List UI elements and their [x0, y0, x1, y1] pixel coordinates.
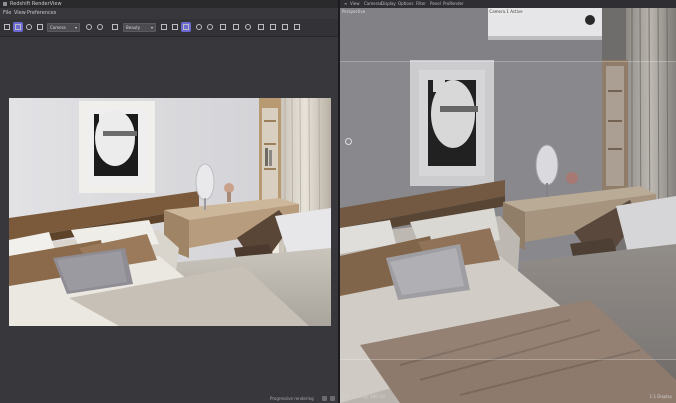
crop-icon	[112, 24, 118, 30]
lock-button[interactable]	[159, 22, 169, 32]
viewport-grid-info: Grid Spacing: 100 cm	[342, 394, 386, 399]
pin-icon	[245, 24, 251, 30]
aov-dropdown-value: Beauty	[126, 25, 141, 30]
save-icon	[258, 24, 264, 30]
crop-button[interactable]	[110, 22, 120, 32]
globe-icon	[86, 24, 92, 30]
vp-menu-view[interactable]: View	[350, 0, 360, 8]
vp-menu-item: ≡	[344, 1, 348, 6]
vp-menu-display[interactable]: Display	[381, 0, 396, 8]
sphere-button[interactable]	[194, 22, 204, 32]
sphere-icon	[196, 24, 202, 30]
render-view-menubar: File View Preferences	[0, 9, 338, 18]
refresh-icon	[26, 24, 32, 30]
export-button[interactable]	[268, 22, 278, 32]
viewport-display-info: 1:1 Display	[649, 394, 672, 399]
compare-icon	[294, 24, 300, 30]
gear-button[interactable]	[95, 22, 105, 32]
aov-dropdown[interactable]: Beauty ▾	[123, 23, 156, 32]
clear-button[interactable]	[280, 22, 290, 32]
fit-icon	[233, 24, 239, 30]
window-title: Redshift RenderView	[10, 1, 62, 7]
ipr-button[interactable]	[35, 22, 45, 32]
export-icon	[270, 24, 276, 30]
chevron-down-icon: ▾	[74, 25, 77, 30]
menu-file[interactable]: File	[3, 9, 11, 18]
render-view-statusbar: Progressive rendering	[0, 394, 338, 403]
ipr-icon	[37, 24, 43, 30]
lock-icon[interactable]	[330, 396, 335, 401]
camera-dropdown-value: Camera	[50, 25, 66, 30]
compare-button[interactable]	[292, 22, 302, 32]
fit-button[interactable]	[231, 22, 241, 32]
render-region-button[interactable]	[2, 22, 12, 32]
render-output-image	[9, 98, 331, 326]
save-button[interactable]	[256, 22, 266, 32]
color-icon	[207, 24, 213, 30]
snapshot-button[interactable]	[218, 22, 228, 32]
layers-button[interactable]	[181, 22, 191, 32]
clear-icon	[282, 24, 288, 30]
render-icon	[15, 24, 21, 30]
render-status-text: Progressive rendering	[270, 396, 314, 401]
pin-button[interactable]	[243, 22, 253, 32]
render-button[interactable]	[13, 22, 23, 32]
app-icon	[3, 2, 7, 6]
vp-menu-filter[interactable]: Filter	[416, 0, 426, 8]
grid-icon	[172, 24, 178, 30]
navigation-gizmo-icon[interactable]	[345, 138, 352, 145]
menu-view[interactable]: View	[14, 9, 26, 18]
render-view-toolbar: Camera ▾ Beauty ▾	[0, 19, 338, 37]
layers-icon	[183, 24, 189, 30]
globe-button[interactable]	[84, 22, 94, 32]
camera-dropdown[interactable]: Camera ▾	[47, 23, 80, 32]
vp-menu-options[interactable]: Options	[398, 0, 413, 8]
viewport-menubar: ≡ View Cameras Display Options Filter Pa…	[340, 0, 676, 8]
vp-menu-prorender[interactable]: ProRender	[443, 0, 464, 8]
camera-tab[interactable]: Camera.1 Active	[488, 9, 524, 15]
stop-icon[interactable]	[322, 396, 327, 401]
chevron-down-icon: ▾	[150, 25, 153, 30]
lock-icon	[161, 24, 167, 30]
vp-menu-cameras[interactable]: Cameras	[364, 0, 382, 8]
viewport-panel[interactable]: ≡ View Cameras Display Options Filter Pa…	[340, 0, 676, 403]
gear-icon	[97, 24, 103, 30]
viewport-camera-label: Perspective	[342, 9, 366, 14]
render-view-window: Redshift RenderView File View Preference…	[0, 0, 338, 403]
render-view-titlebar: Redshift RenderView	[0, 0, 338, 8]
viewport-scene	[340, 0, 676, 403]
region-icon	[4, 24, 10, 30]
grid-button[interactable]	[170, 22, 180, 32]
snapshot-icon	[220, 24, 226, 30]
color-button[interactable]	[205, 22, 215, 32]
menu-preferences[interactable]: Preferences	[27, 9, 56, 18]
vp-menu-panel[interactable]: Panel	[430, 0, 441, 8]
refresh-button[interactable]	[24, 22, 34, 32]
